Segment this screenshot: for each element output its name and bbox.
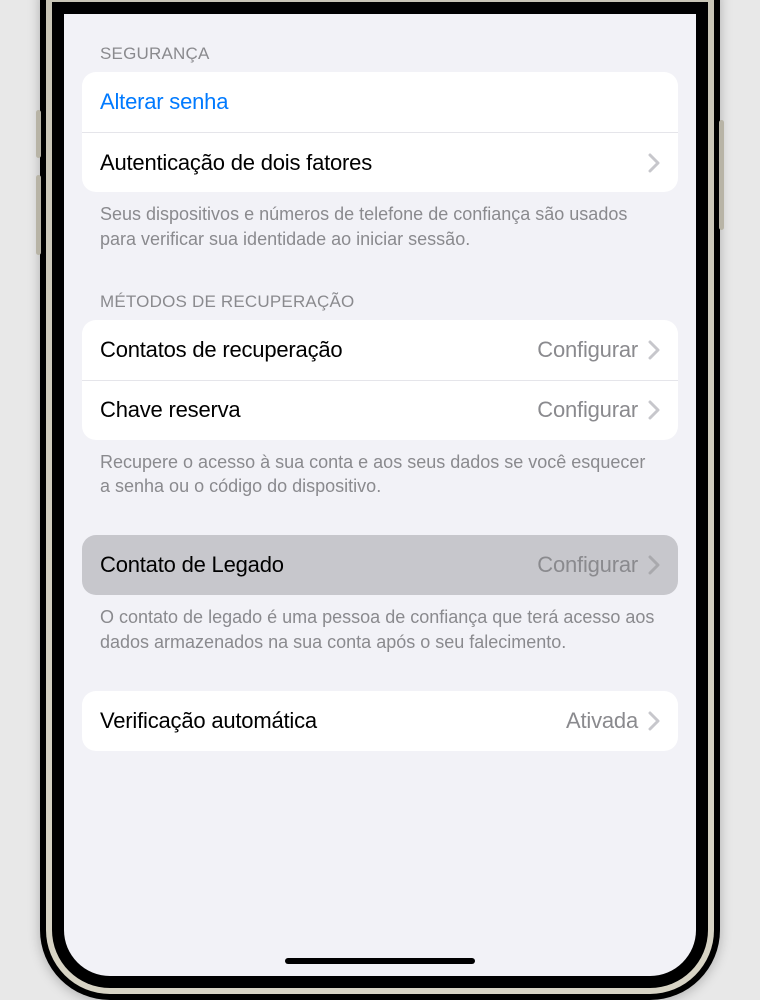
phone-bezel: SEGURANÇA Alterar senha Autenticação de … [46,0,714,994]
auto-verification-value: Ativada [566,708,638,734]
section-footer-legacy: O contato de legado é uma pessoa de conf… [82,595,678,655]
volume-down-button [36,175,41,255]
chevron-right-icon [648,153,660,173]
row-two-factor[interactable]: Autenticação de dois fatores [82,132,678,192]
recovery-key-label: Chave reserva [100,397,240,423]
change-password-label: Alterar senha [100,89,228,115]
row-change-password[interactable]: Alterar senha [82,72,678,132]
home-indicator[interactable] [285,958,475,964]
section-header-security: SEGURANÇA [82,34,678,72]
chevron-right-icon [648,400,660,420]
side-button [719,120,724,230]
row-auto-verification[interactable]: Verificação automática Ativada [82,691,678,751]
legacy-contact-value: Configurar [537,552,638,578]
section-footer-recovery: Recupere o acesso à sua conta e aos seus… [82,440,678,500]
volume-up-button [36,110,41,158]
chevron-right-icon [648,555,660,575]
group-security: Alterar senha Autenticação de dois fator… [82,72,678,192]
group-recovery: Contatos de recuperação Configurar Chave… [82,320,678,440]
phone-screen-border: SEGURANÇA Alterar senha Autenticação de … [52,2,708,988]
row-recovery-contacts[interactable]: Contatos de recuperação Configurar [82,320,678,380]
recovery-contacts-label: Contatos de recuperação [100,337,342,363]
recovery-key-value: Configurar [537,397,638,423]
phone-frame: SEGURANÇA Alterar senha Autenticação de … [40,0,720,1000]
row-recovery-key[interactable]: Chave reserva Configurar [82,380,678,440]
chevron-right-icon [648,711,660,731]
group-auto-verification: Verificação automática Ativada [82,691,678,751]
two-factor-label: Autenticação de dois fatores [100,150,372,176]
section-footer-security: Seus dispositivos e números de telefone … [82,192,678,252]
chevron-right-icon [648,340,660,360]
section-header-recovery: MÉTODOS DE RECUPERAÇÃO [82,282,678,320]
row-legacy-contact[interactable]: Contato de Legado Configurar [82,535,678,595]
recovery-contacts-value: Configurar [537,337,638,363]
legacy-contact-label: Contato de Legado [100,552,284,578]
group-legacy: Contato de Legado Configurar [82,535,678,595]
auto-verification-label: Verificação automática [100,708,317,734]
settings-screen[interactable]: SEGURANÇA Alterar senha Autenticação de … [64,14,696,976]
